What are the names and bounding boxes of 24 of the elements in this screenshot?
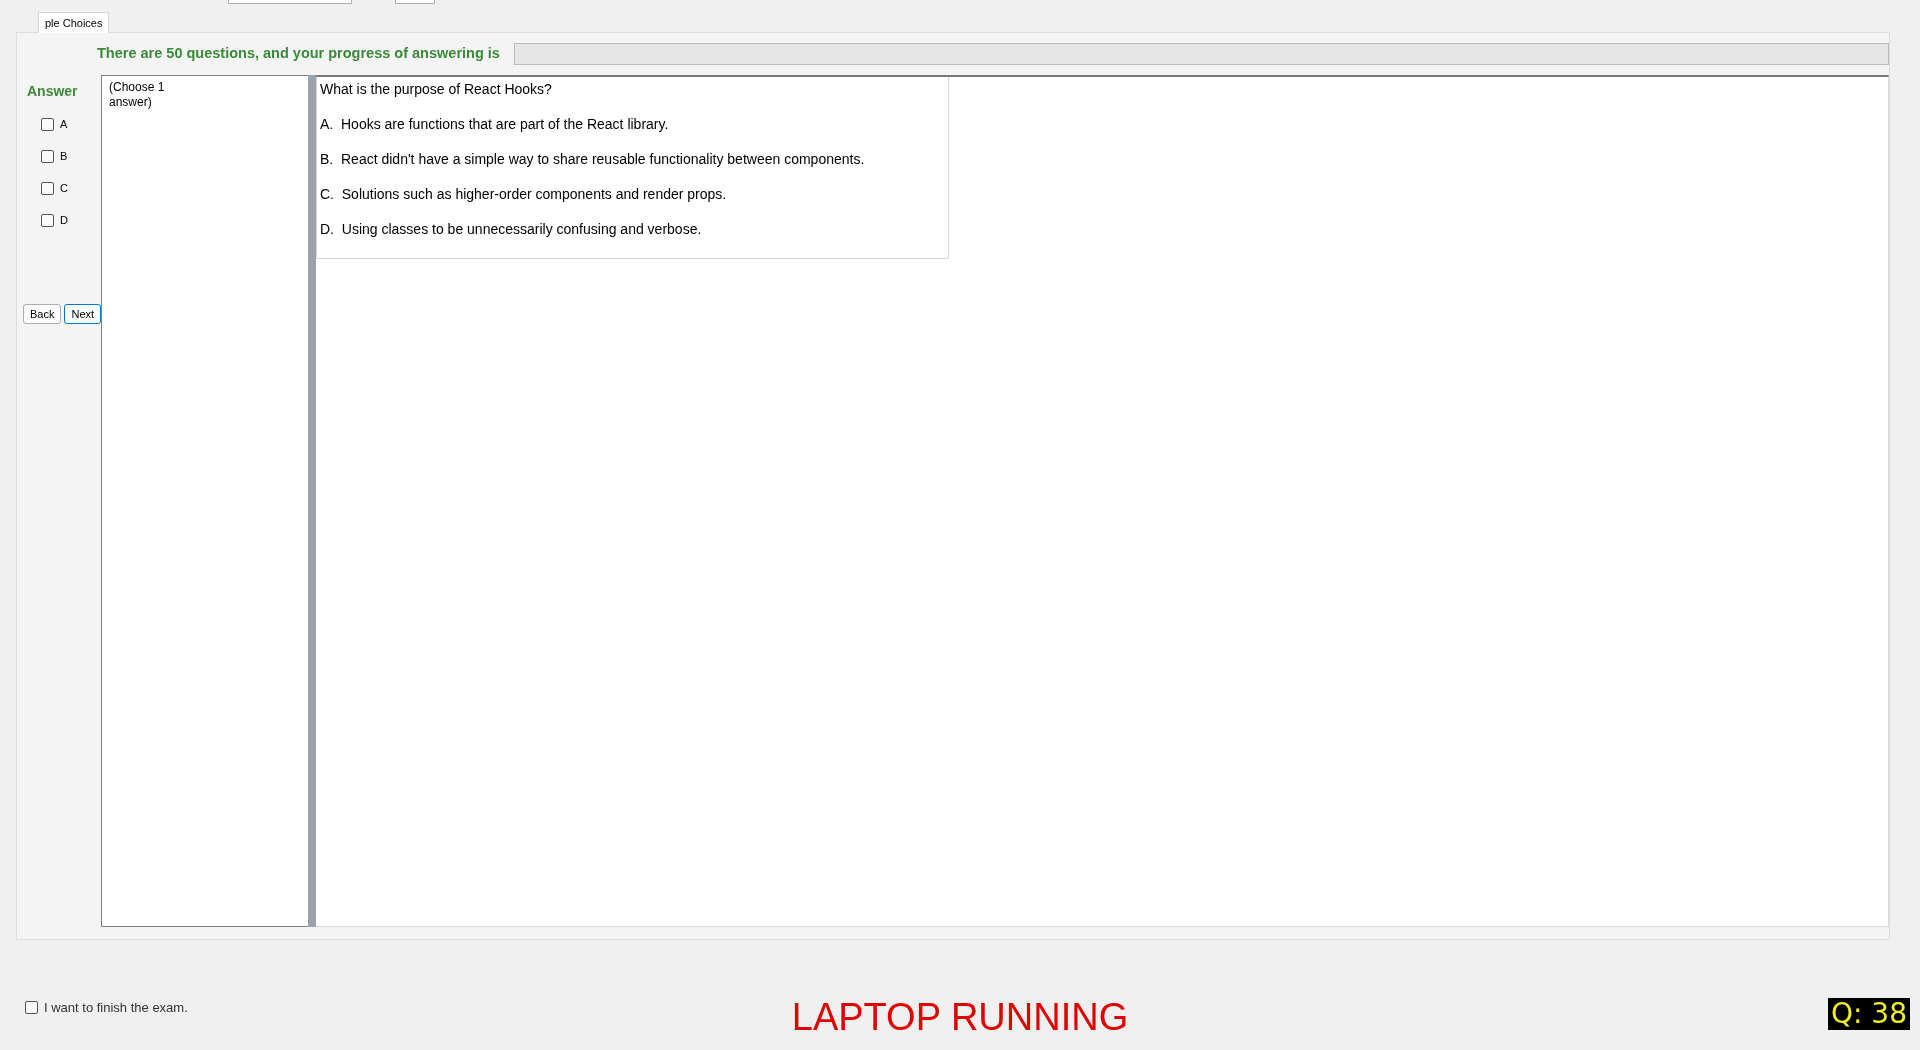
option-text: A. Hooks are functions that are part of the React library. [320,115,670,134]
splitter-handle[interactable] [308,75,316,927]
checkbox[interactable] [41,181,54,195]
nav-button[interactable]: Next [64,304,102,324]
status-text: LAPTOP RUNNING [791,996,1129,1038]
instruction-text: (Choose 1 answer) [109,80,166,110]
question-text: What is the purpose of React Hooks? [320,80,553,99]
tab[interactable]: ple Choices [38,12,110,33]
option-text: B. React didn't have a simple way to share reusable functionality between components. [320,150,866,169]
checkbox-label: B [60,148,68,164]
question-number: Q: 38 [1828,998,1910,1030]
checkbox[interactable] [41,213,54,227]
checkbox[interactable] [25,1001,38,1015]
option-text: D. Using classes to be unnecessarily confusing and verbose. [320,220,703,239]
checkbox-label: D [60,212,68,228]
checkbox[interactable] [41,117,54,131]
checkbox-label: A [60,116,68,132]
checkbox-label: I want to finish the exam. [44,999,188,1017]
option-text: C. Solutions such as higher-order components and render props. [320,185,728,204]
nav-button[interactable]: Back [23,304,62,324]
answer-label: Answer [27,82,79,101]
progress-label: There are 50 questions, and your progress of answering is [97,44,500,64]
checkbox-label: C [60,180,68,196]
checkbox[interactable] [41,149,54,163]
